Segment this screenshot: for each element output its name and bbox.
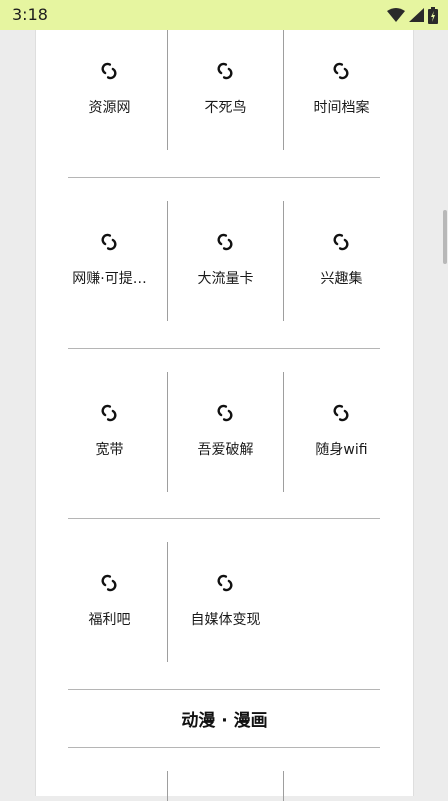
grid-item-label: 大流量卡 [197, 271, 254, 287]
link-icon [101, 574, 117, 592]
grid-item-label: 随身wifi [315, 442, 368, 458]
cell-signal-icon [409, 8, 424, 22]
status-bar: 3:18 [0, 0, 448, 30]
row-divider [68, 518, 380, 519]
grid-item-label: 福利吧 [88, 612, 131, 628]
grid-row: 福利吧 自媒体变现 [36, 542, 413, 662]
grid-item-zimeiti-bianxian[interactable]: 自媒体变现 [168, 542, 283, 662]
link-icon [101, 404, 117, 422]
divider [167, 771, 168, 801]
link-icon [333, 233, 349, 251]
grid-row-partial [36, 771, 413, 801]
row-divider [68, 177, 380, 178]
content-card: 资源网 不死鸟 时间档案 网赚·可提… 大流量卡 兴趣集 宽带 吾爱破解 随身w… [35, 30, 414, 801]
grid-item-wangzhuan[interactable]: 网赚·可提… [52, 201, 167, 321]
row-divider [68, 747, 380, 748]
link-icon [217, 574, 233, 592]
wifi-icon [387, 8, 405, 22]
grid-row: 资源网 不死鸟 时间档案 [36, 30, 413, 150]
scrollbar-thumb[interactable] [443, 210, 447, 264]
link-icon [101, 62, 117, 80]
link-icon [333, 62, 349, 80]
grid-item-shijian-dangan[interactable]: 时间档案 [284, 30, 399, 150]
grid-row: 宽带 吾爱破解 随身wifi [36, 372, 413, 492]
link-icon [217, 62, 233, 80]
grid-item-label: 网赚·可提… [72, 271, 147, 287]
row-divider [68, 348, 380, 349]
grid-item-label: 宽带 [95, 442, 124, 458]
grid-item-daliuliangka[interactable]: 大流量卡 [168, 201, 283, 321]
link-icon [217, 404, 233, 422]
divider [283, 771, 284, 801]
grid-item-suishen-wifi[interactable]: 随身wifi [284, 372, 399, 492]
grid-item-fuliba[interactable]: 福利吧 [52, 542, 167, 662]
section-title: 动漫 · 漫画 [181, 711, 268, 731]
grid-item-wuaipojie[interactable]: 吾爱破解 [168, 372, 283, 492]
grid-item-label: 兴趣集 [320, 271, 363, 287]
grid-item-kuandai[interactable]: 宽带 [52, 372, 167, 492]
status-time: 3:18 [12, 5, 48, 24]
link-icon [101, 233, 117, 251]
grid-item-label: 自媒体变现 [190, 612, 261, 628]
grid-item-label: 时间档案 [313, 100, 370, 116]
grid-row: 网赚·可提… 大流量卡 兴趣集 [36, 201, 413, 321]
grid-item-label: 资源网 [88, 100, 131, 116]
grid-item-xingquji[interactable]: 兴趣集 [284, 201, 399, 321]
battery-icon [428, 6, 438, 24]
grid-item-label: 吾爱破解 [197, 442, 254, 458]
grid-item-ziyuanwang[interactable]: 资源网 [52, 30, 167, 150]
link-icon [333, 404, 349, 422]
link-icon [217, 233, 233, 251]
grid-item-busiluo[interactable]: 不死鸟 [168, 30, 283, 150]
row-divider [68, 689, 380, 690]
grid-item-label: 不死鸟 [204, 100, 247, 116]
status-icons [387, 6, 438, 24]
